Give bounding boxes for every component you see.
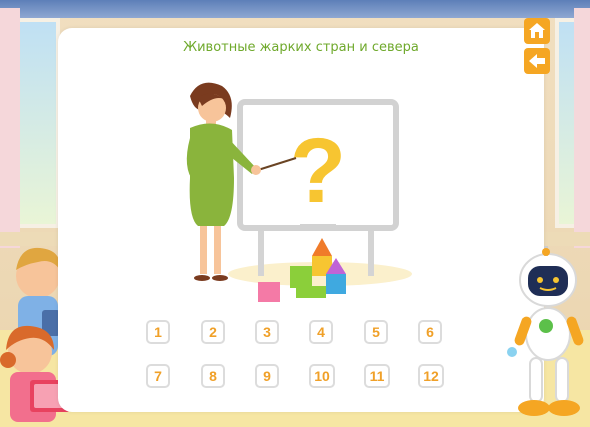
number-button-5[interactable]: 5	[364, 320, 388, 344]
back-button[interactable]	[524, 48, 550, 74]
number-button-6[interactable]: 6	[418, 320, 442, 344]
number-button-8[interactable]: 8	[201, 364, 225, 388]
background-curtain-left	[0, 8, 20, 248]
arrow-left-icon	[529, 54, 545, 68]
number-button-7[interactable]: 7	[146, 364, 170, 388]
number-button-9[interactable]: 9	[255, 364, 279, 388]
robot-illustration	[507, 246, 584, 416]
number-button-10[interactable]: 10	[309, 364, 335, 388]
page-title: Животные жарких стран и севера	[183, 40, 419, 55]
number-button-3[interactable]: 3	[255, 320, 279, 344]
number-button-2[interactable]: 2	[201, 320, 225, 344]
number-button-1[interactable]: 1	[146, 320, 170, 344]
question-mark-text: ?	[290, 120, 346, 222]
number-button-12[interactable]: 12	[418, 364, 444, 388]
background-top-edge	[0, 0, 590, 18]
background-curtain-right	[574, 8, 590, 248]
teacher-board-illustration: ?	[186, 82, 412, 302]
home-button[interactable]	[524, 18, 550, 44]
home-icon	[529, 23, 545, 38]
number-button-11[interactable]: 11	[364, 364, 390, 388]
number-button-4[interactable]: 4	[309, 320, 333, 344]
